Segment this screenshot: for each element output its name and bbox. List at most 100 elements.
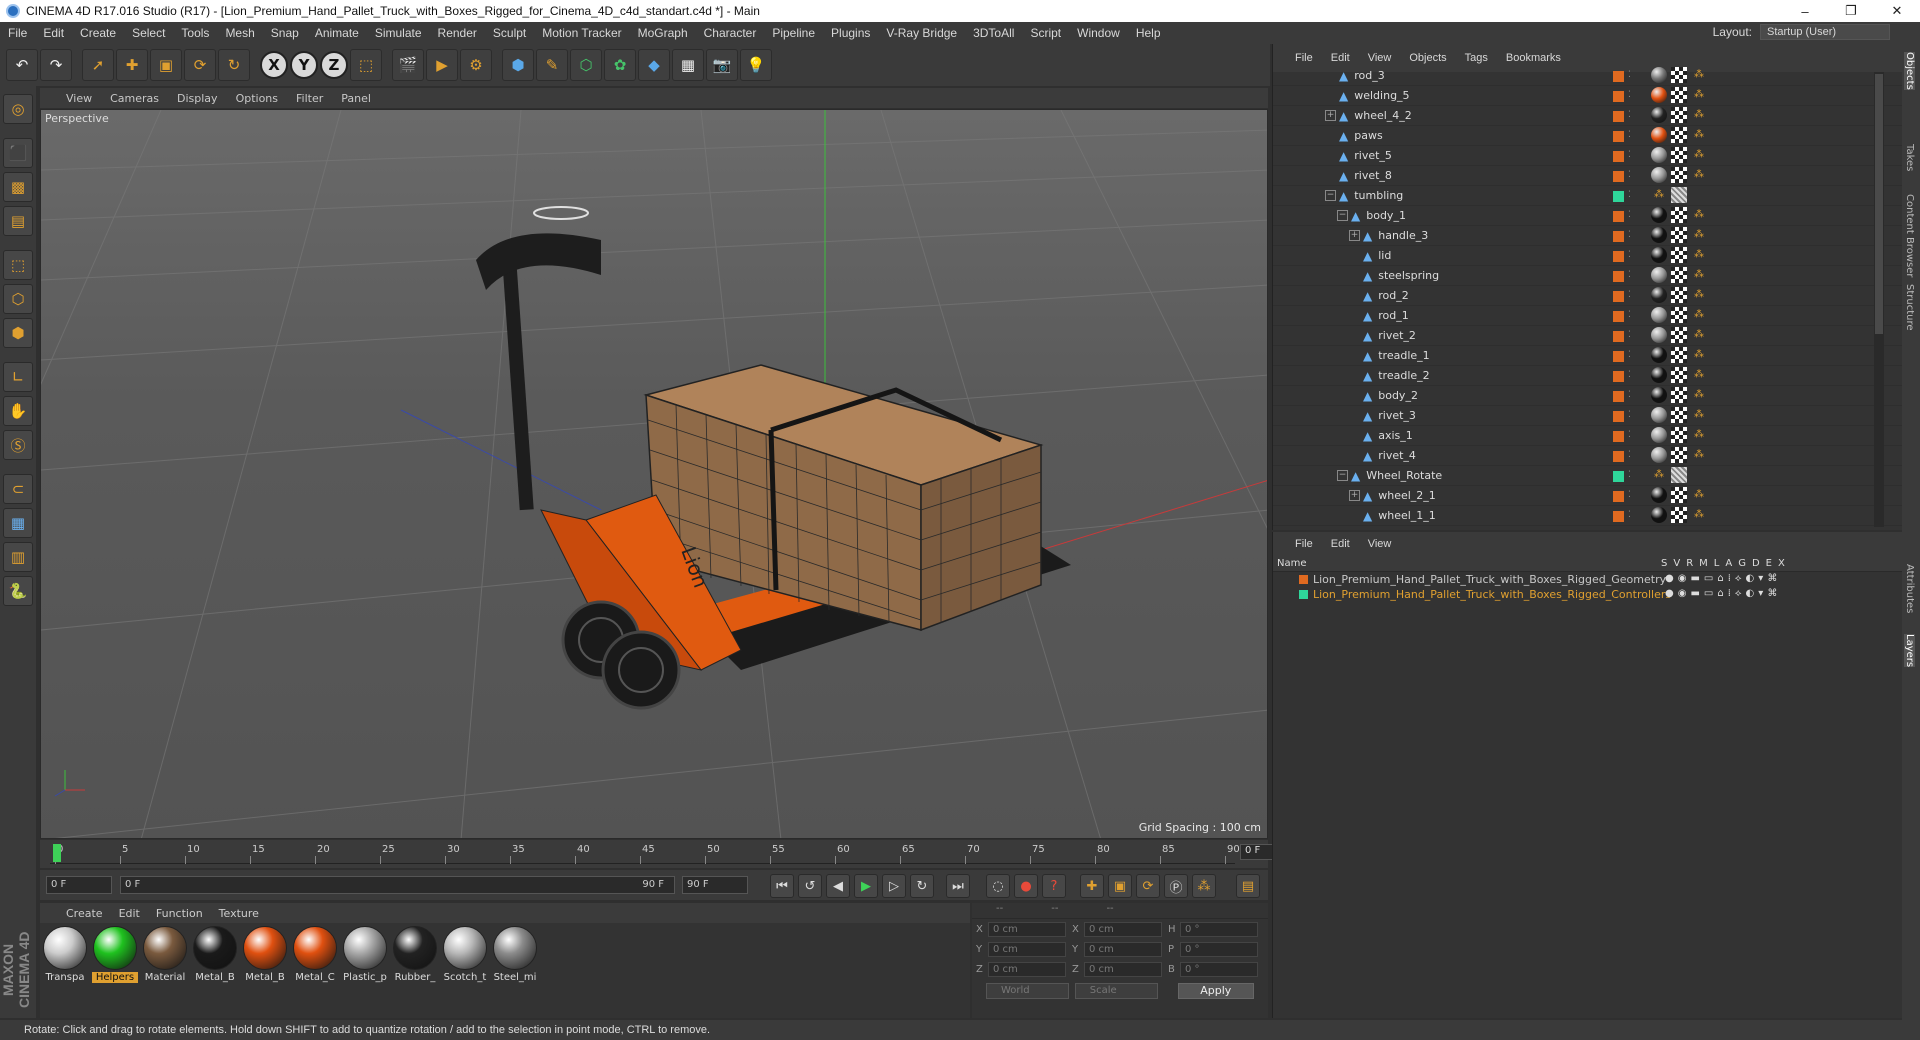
menu-simulate[interactable]: Simulate — [367, 26, 430, 40]
object-name[interactable]: rod_2 — [1378, 289, 1409, 302]
object-tree-row[interactable]: ▲ rivet_5 ⁚ ⁂ — [1273, 146, 1902, 166]
object-name[interactable]: rivet_8 — [1354, 169, 1392, 182]
position-field[interactable]: 0 cm — [988, 941, 1066, 957]
object-menu-edit[interactable]: Edit — [1331, 52, 1350, 64]
visibility-dots-icon[interactable]: ⁚ — [1628, 90, 1631, 100]
object-name[interactable]: rod_1 — [1378, 309, 1409, 322]
texture-tag-icon[interactable] — [1671, 407, 1687, 423]
object-name[interactable]: rivet_2 — [1378, 329, 1416, 342]
tweak-mode-icon[interactable]: ✋ — [3, 396, 33, 426]
model-mode-icon[interactable]: ⬛ — [3, 138, 33, 168]
menu-select[interactable]: Select — [124, 26, 173, 40]
layer-color-swatch[interactable] — [1613, 251, 1624, 262]
object-tree-row[interactable]: − ▲ Wheel_Rotate ⁚ ⁂ — [1273, 466, 1902, 486]
size-field[interactable]: 0 cm — [1084, 961, 1162, 977]
mograph-cloner-icon[interactable]: ✿ — [604, 49, 636, 81]
snap-icon[interactable]: Ⓢ — [3, 430, 33, 460]
menu-create[interactable]: Create — [72, 26, 124, 40]
next-frame-icon[interactable]: ▷ — [882, 874, 906, 898]
layer-menu-view[interactable]: View — [1368, 538, 1392, 550]
menu-file[interactable]: File — [0, 26, 35, 40]
size-field[interactable]: 0 cm — [1084, 941, 1162, 957]
texture-tag-icon[interactable] — [1671, 367, 1687, 383]
viewport-menu-display[interactable]: Display — [177, 92, 218, 105]
side-tab-objects[interactable]: Objects — [1904, 52, 1915, 90]
next-key-icon[interactable]: ↻ — [910, 874, 934, 898]
object-tree-row[interactable]: ▲ welding_5 ⁚ ⁂ — [1273, 86, 1902, 106]
selection-tag-icon[interactable]: ⁂ — [1651, 187, 1667, 203]
layer-flag-toggle-icon[interactable]: ◉ — [1678, 573, 1687, 584]
object-name[interactable]: body_2 — [1378, 389, 1418, 402]
texture-tag-icon[interactable] — [1671, 447, 1687, 463]
menu-animate[interactable]: Animate — [307, 26, 367, 40]
object-name[interactable]: treadle_2 — [1378, 369, 1429, 382]
selection-tag-icon[interactable]: ⁂ — [1691, 427, 1707, 443]
texture-tag-icon[interactable] — [1671, 287, 1687, 303]
python-icon[interactable]: 🐍 — [3, 576, 33, 606]
rotation-field[interactable]: 0 ° — [1180, 941, 1258, 957]
object-name[interactable]: wheel_4_2 — [1354, 109, 1412, 122]
material-swatch[interactable]: Rubber_ — [392, 926, 438, 1018]
perspective-viewport[interactable]: Lion Perspective Grid Spacing : 100 cm — [40, 109, 1268, 839]
viewport-menu-panel[interactable]: Panel — [341, 92, 371, 105]
material-swatch[interactable]: Metal_B — [242, 926, 288, 1018]
material-menu-texture[interactable]: Texture — [219, 907, 259, 920]
object-tree-row[interactable]: ▲ treadle_1 ⁚ ⁂ — [1273, 346, 1902, 366]
material-menu-edit[interactable]: Edit — [119, 907, 140, 920]
object-tree-row[interactable]: ▲ treadle_2 ⁚ ⁂ — [1273, 366, 1902, 386]
viewport-menu-cameras[interactable]: Cameras — [110, 92, 159, 105]
viewport-menu-filter[interactable]: Filter — [296, 92, 323, 105]
texture-tag-icon[interactable] — [1671, 167, 1687, 183]
workplane-icon[interactable]: ▤ — [3, 206, 33, 236]
material-swatch[interactable]: Steel_mi — [492, 926, 538, 1018]
selection-tag-icon[interactable]: ⁂ — [1691, 327, 1707, 343]
object-tree-row[interactable]: ▲ rod_3 ⁚ ⁂ — [1273, 66, 1902, 86]
visibility-dots-icon[interactable]: ⁚ — [1628, 70, 1631, 80]
menu-3dtoall[interactable]: 3DToAll — [965, 26, 1022, 40]
material-menu-create[interactable]: Create — [66, 907, 103, 920]
cube-primitive-icon[interactable]: ⬢ — [502, 49, 534, 81]
start-frame-field[interactable]: 0 F — [46, 876, 112, 894]
key-param-icon[interactable]: Ⓟ — [1164, 874, 1188, 898]
object-name[interactable]: rivet_4 — [1378, 449, 1416, 462]
key-pla-icon[interactable]: ⁂ — [1192, 874, 1216, 898]
object-tree-row[interactable]: + ▲ wheel_2_1 ⁚ ⁂ — [1273, 486, 1902, 506]
material-menu-function[interactable]: Function — [156, 907, 203, 920]
material-tag-icon[interactable] — [1651, 407, 1667, 423]
material-swatch[interactable]: Transpa — [42, 926, 88, 1018]
visibility-dots-icon[interactable]: ⁚ — [1628, 150, 1631, 160]
menu-sculpt[interactable]: Sculpt — [485, 26, 534, 40]
layer-flag-toggle-icon[interactable]: ⌂ — [1717, 588, 1723, 599]
selection-tag-icon[interactable]: ⁂ — [1691, 207, 1707, 223]
texture-tag-icon[interactable] — [1671, 247, 1687, 263]
subdivision-icon[interactable]: ⬡ — [570, 49, 602, 81]
coordinate-mode-dropdown[interactable]: World — [986, 983, 1069, 999]
visibility-dots-icon[interactable]: ⁚ — [1628, 170, 1631, 180]
layer-color-swatch[interactable] — [1613, 511, 1624, 522]
viewport-menu-view[interactable]: View — [66, 92, 92, 105]
visibility-dots-icon[interactable]: ⁚ — [1628, 110, 1631, 120]
material-tag-icon[interactable] — [1651, 287, 1667, 303]
layer-color-swatch[interactable] — [1299, 590, 1308, 599]
material-tag-icon[interactable] — [1651, 167, 1667, 183]
selection-tag-icon[interactable]: ⁂ — [1691, 227, 1707, 243]
object-tree-row[interactable]: ▲ body_2 ⁚ ⁂ — [1273, 386, 1902, 406]
goto-end-icon[interactable]: ⏭ — [946, 874, 970, 898]
selection-tag-icon[interactable]: ⁂ — [1691, 487, 1707, 503]
position-field[interactable]: 0 cm — [988, 961, 1066, 977]
pen-spline-icon[interactable]: ✎ — [536, 49, 568, 81]
layer-flag-toggle-icon[interactable]: ⁞ — [1728, 588, 1731, 599]
selection-tag-icon[interactable]: ⁂ — [1691, 247, 1707, 263]
play-icon[interactable]: ▶ — [854, 874, 878, 898]
layer-menu-file[interactable]: File — [1295, 538, 1313, 550]
material-swatch[interactable]: Metal_B — [192, 926, 238, 1018]
expand-toggle-icon[interactable]: − — [1325, 190, 1336, 201]
magnet-icon[interactable]: ⊂ — [3, 474, 33, 504]
object-tree-row[interactable]: + ▲ handle_3 ⁚ ⁂ — [1273, 226, 1902, 246]
object-manager-scrollbar[interactable] — [1874, 72, 1884, 527]
side-tab-content-browser[interactable]: Content Browser — [1904, 194, 1915, 277]
locked-workplane-icon[interactable]: ▦ — [3, 508, 33, 538]
visibility-dots-icon[interactable]: ⁚ — [1628, 330, 1631, 340]
selection-tag-icon[interactable]: ⁂ — [1691, 267, 1707, 283]
object-tree-row[interactable]: ▲ axis_1 ⁚ ⁂ — [1273, 426, 1902, 446]
